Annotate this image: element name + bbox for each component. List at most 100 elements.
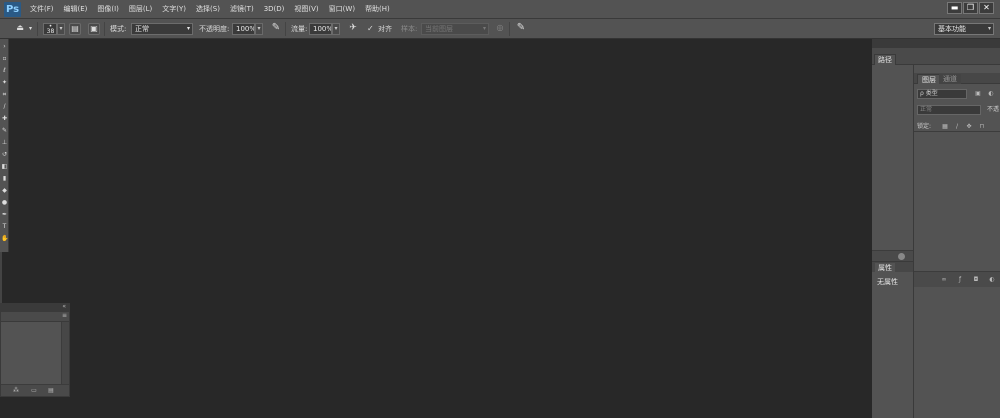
floating-panel: « ≡ ⁂ ▭ ▤ [0, 303, 70, 397]
link-layers-icon[interactable]: ∞ [940, 276, 948, 284]
ignore-adjustment-icon[interactable]: ◎ [494, 23, 506, 35]
layers-panel: 图层 通道 ρ 类型 ▣ ◐ 正常 不透 锁定: ▦ / ✥ ⊓ ∞ ƒ ◘ ◐ [913, 65, 1000, 287]
preset-arrow-icon[interactable]: ▾ [29, 19, 32, 39]
lock-position-icon[interactable]: ✥ [965, 123, 973, 131]
layers-footer: ∞ ƒ ◘ ◐ [914, 271, 1000, 287]
floating-panel-header[interactable]: « [1, 303, 69, 312]
tab-channels[interactable]: 通道 [939, 74, 961, 84]
chevron-down-icon: ▾ [482, 25, 486, 32]
new-group-icon[interactable]: ⁂ [12, 387, 20, 394]
sample-value: 当前图层 [425, 25, 453, 33]
flow-arrow-icon[interactable]: ▾ [332, 23, 340, 35]
opacity-input[interactable]: 100% [232, 23, 255, 35]
adjustment-layer-icon[interactable]: ◐ [988, 276, 996, 284]
layer-filter-row: ρ 类型 ▣ ◐ [917, 89, 1000, 99]
marquee-tool-icon[interactable]: ▫ [1, 55, 8, 63]
blend-row: 正常 不透 [917, 105, 1000, 115]
mode-select[interactable]: 正常 ▾ [131, 23, 193, 35]
sample-label: 样本: [401, 25, 418, 33]
brush-size-picker[interactable]: • 38 [43, 23, 57, 35]
menu-type[interactable]: 文字(Y) [157, 0, 191, 19]
minimize-button[interactable]: ▬ [947, 2, 962, 14]
close-button[interactable]: ✕ [979, 2, 994, 14]
gradient-tool-icon[interactable]: ▮ [1, 175, 8, 183]
separator [285, 22, 286, 36]
chevron-down-icon: ▾ [186, 25, 190, 32]
tab-properties[interactable]: 属性 [875, 263, 895, 273]
tab-paths[interactable]: 路径 [874, 54, 896, 65]
separator [509, 22, 510, 36]
blend-mode-select[interactable]: 正常 [917, 105, 981, 115]
layers-list[interactable] [914, 131, 1000, 271]
workspace-select[interactable]: 基本功能 ▾ [934, 23, 994, 35]
flow-label: 流量: [291, 25, 308, 33]
eraser-tool-icon[interactable]: ◧ [1, 163, 8, 171]
hand-tool-icon[interactable]: ✋ [1, 235, 8, 243]
fill-path-icon[interactable] [898, 253, 905, 260]
dock-header [872, 39, 1000, 48]
filter-image-icon[interactable]: ▣ [974, 90, 982, 98]
menu-bar: Ps 文件(F) 编辑(E) 图像(I) 图层(L) 文字(Y) 选择(S) 滤… [0, 0, 1000, 19]
type-tool-icon[interactable]: T [1, 223, 8, 231]
blur-tool-icon[interactable]: ◆ [1, 187, 8, 195]
menu-filter[interactable]: 滤镜(T) [225, 0, 259, 19]
lock-transparent-icon[interactable]: ▦ [941, 123, 949, 131]
separator [104, 22, 105, 36]
dodge-tool-icon[interactable]: ● [1, 199, 8, 207]
aligned-checkbox[interactable]: ✓ [367, 19, 374, 39]
document-canvas-area[interactable] [9, 39, 872, 418]
filter-adjust-icon[interactable]: ◐ [987, 90, 995, 98]
tab-layers[interactable]: 图层 [917, 74, 941, 84]
quick-select-tool-icon[interactable]: ✦ [1, 79, 8, 87]
opacity-arrow-icon[interactable]: ▾ [255, 23, 263, 35]
crop-tool-icon[interactable]: ⌗ [1, 91, 8, 99]
history-brush-tool-icon[interactable]: ↺ [1, 151, 8, 159]
panel-menu-icon[interactable]: ≡ [62, 312, 67, 319]
toolbar-edge [0, 252, 2, 304]
floating-panel-body [1, 322, 61, 384]
dropdown-icon: ▾ [987, 25, 991, 32]
floating-panel-tabstrip: ≡ [1, 312, 69, 322]
healing-tool-icon[interactable]: ✚ [1, 115, 8, 123]
properties-tabbar: 属性 [872, 262, 913, 273]
no-properties-text: 无属性 [877, 278, 898, 286]
add-mask-icon[interactable]: ◘ [972, 276, 980, 284]
flow-input[interactable]: 100% [309, 23, 332, 35]
airbrush-icon[interactable]: ✈ [347, 23, 359, 35]
move-tool-icon[interactable]: › [1, 43, 8, 51]
sample-select[interactable]: 当前图层 ▾ [421, 23, 489, 35]
brush-tool-icon[interactable]: ✎ [1, 127, 8, 135]
properties-panel: 属性 无属性 [872, 261, 913, 418]
menu-image[interactable]: 图像(I) [92, 0, 124, 19]
mode-label: 模式: [110, 25, 127, 33]
eyedropper-tool-icon[interactable]: / [1, 103, 8, 111]
menu-select[interactable]: 选择(S) [191, 0, 225, 19]
layer-filter-select[interactable]: ρ 类型 [917, 89, 967, 99]
menu-window[interactable]: 窗口(W) [324, 0, 360, 19]
clone-source-icon[interactable]: ▣ [88, 23, 100, 35]
trash-icon[interactable]: ▤ [47, 387, 55, 394]
menu-3d[interactable]: 3D(D) [259, 0, 290, 19]
restore-button[interactable]: ❐ [963, 2, 978, 14]
floating-panel-scrollbar[interactable] [61, 322, 69, 384]
menu-view[interactable]: 视图(V) [289, 0, 323, 19]
properties-panel-extension [913, 287, 1000, 418]
pressure-size-icon[interactable]: ✎ [515, 23, 527, 35]
pressure-opacity-icon[interactable]: ✎ [270, 23, 282, 35]
stamp-tool-icon[interactable]: ⊥ [1, 139, 8, 147]
brush-panel-icon[interactable]: ▤ [69, 23, 81, 35]
brush-picker-arrow-icon[interactable]: ▾ [57, 23, 65, 35]
layer-style-icon[interactable]: ƒ [956, 276, 964, 284]
menu-help[interactable]: 帮助(H) [360, 0, 395, 19]
lasso-tool-icon[interactable]: ℓ [1, 67, 8, 75]
pen-tool-icon[interactable]: ✒ [1, 211, 8, 219]
stamp-icon[interactable]: ⏏ [14, 23, 26, 35]
new-item-icon[interactable]: ▭ [30, 387, 38, 394]
lock-all-icon[interactable]: ⊓ [978, 123, 986, 131]
menu-items: 文件(F) 编辑(E) 图像(I) 图层(L) 文字(Y) 选择(S) 滤镜(T… [30, 0, 395, 19]
menu-edit[interactable]: 编辑(E) [59, 0, 93, 19]
lock-pixels-icon[interactable]: / [953, 123, 961, 131]
collapse-icon[interactable]: « [62, 303, 66, 310]
menu-layer[interactable]: 图层(L) [124, 0, 157, 19]
menu-file[interactable]: 文件(F) [30, 0, 59, 19]
